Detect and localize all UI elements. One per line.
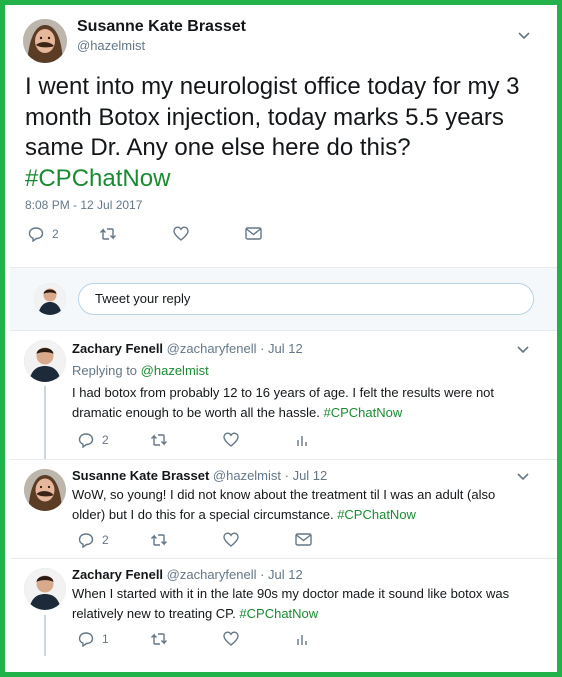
dm-icon [245,227,262,240]
reply-divider [10,459,557,460]
retweet-icon [150,632,168,646]
reply-button[interactable]: 1 [78,631,109,647]
reply-author-handle[interactable]: @zacharyfenell [167,567,257,582]
like-icon [223,631,239,646]
reply-icon [78,532,94,548]
retweet-icon [150,433,168,447]
analytics-button[interactable] [296,632,308,646]
retweet-button[interactable] [150,533,168,547]
reply-button[interactable]: 2 [78,532,109,548]
reply-author-handle[interactable]: @hazelmist [213,468,281,483]
hashtag-link[interactable]: #CPChatNow [25,165,170,192]
reply-text: WoW, so young! I did not know about the … [72,485,532,525]
analytics-button[interactable] [296,433,308,447]
chevron-down-icon[interactable] [517,473,529,481]
dm-button[interactable] [245,227,262,240]
reply-author-handle[interactable]: @zacharyfenell [167,341,257,356]
like-icon [223,432,239,447]
avatar-zachary[interactable] [24,568,66,610]
current-user-avatar[interactable] [34,283,66,315]
reply-compose-bar: Tweet your reply [10,267,557,331]
reply-input[interactable]: Tweet your reply [78,283,534,315]
author-name[interactable]: Susanne Kate Brasset [77,18,246,36]
like-button[interactable] [223,532,239,547]
like-icon [173,226,189,241]
timestamp[interactable]: 8:08 PM - 12 Jul 2017 [25,198,142,212]
reply-count: 2 [102,433,109,447]
hashtag-link[interactable]: #CPChatNow [337,507,416,522]
reply-divider [10,558,557,559]
reply-body: WoW, so young! I did not know about the … [72,487,496,522]
like-button[interactable] [223,631,239,646]
like-button[interactable] [223,432,239,447]
reply-text: I had botox from probably 12 to 16 years… [72,383,532,423]
replying-to-handle[interactable]: @hazelmist [141,363,209,378]
reply-count: 1 [102,632,109,646]
avatar-susanne[interactable] [23,19,67,63]
dm-button[interactable] [295,533,312,546]
analytics-icon [296,632,308,646]
reply-date[interactable]: · Jul 12 [285,468,328,483]
chevron-down-icon[interactable] [518,32,530,40]
author-handle[interactable]: @hazelmist [77,38,145,53]
tweet-frame: Susanne Kate Brasset @hazelmist I went i… [0,0,562,677]
dm-icon [295,533,312,546]
like-icon [223,532,239,547]
reply-date[interactable]: · Jul 12 [260,567,303,582]
reply-header: Zachary Fenell @zacharyfenell · Jul 12 [72,567,303,582]
tweet-text: I went into my neurologist office today … [25,72,545,194]
reply-date[interactable]: · Jul 12 [260,341,303,356]
reply-icon [78,631,94,647]
thread-line [44,615,46,656]
analytics-icon [296,433,308,447]
reply-count: 2 [102,533,109,547]
like-button[interactable] [173,226,189,241]
main-tweet: Susanne Kate Brasset @hazelmist I went i… [10,10,557,267]
hashtag-link[interactable]: #CPChatNow [239,606,318,621]
replying-to: Replying to @hazelmist [72,363,209,378]
reply-button[interactable]: 2 [78,432,109,448]
reply-author-name[interactable]: Susanne Kate Brasset [72,468,209,483]
reply-header: Zachary Fenell @zacharyfenell · Jul 12 [72,341,303,356]
reply-count: 2 [52,227,59,241]
retweet-button[interactable] [99,227,117,241]
chevron-down-icon[interactable] [517,346,529,354]
reply-text: When I started with it in the late 90s m… [72,584,532,624]
reply-button[interactable]: 2 [28,226,59,242]
retweet-icon [99,227,117,241]
reply-header: Susanne Kate Brasset @hazelmist · Jul 12 [72,468,327,483]
reply-body: I had botox from probably 12 to 16 years… [72,385,495,420]
retweet-button[interactable] [150,433,168,447]
retweet-icon [150,533,168,547]
reply-icon [28,226,44,242]
thread-line [44,386,46,459]
tweet-body: I went into my neurologist office today … [25,73,520,161]
avatar-susanne[interactable] [24,469,66,511]
hashtag-link[interactable]: #CPChatNow [324,405,403,420]
reply-author-name[interactable]: Zachary Fenell [72,341,163,356]
reply-author-name[interactable]: Zachary Fenell [72,567,163,582]
avatar-zachary[interactable] [24,340,66,382]
retweet-button[interactable] [150,632,168,646]
replying-to-label: Replying to [72,363,138,378]
reply-icon [78,432,94,448]
